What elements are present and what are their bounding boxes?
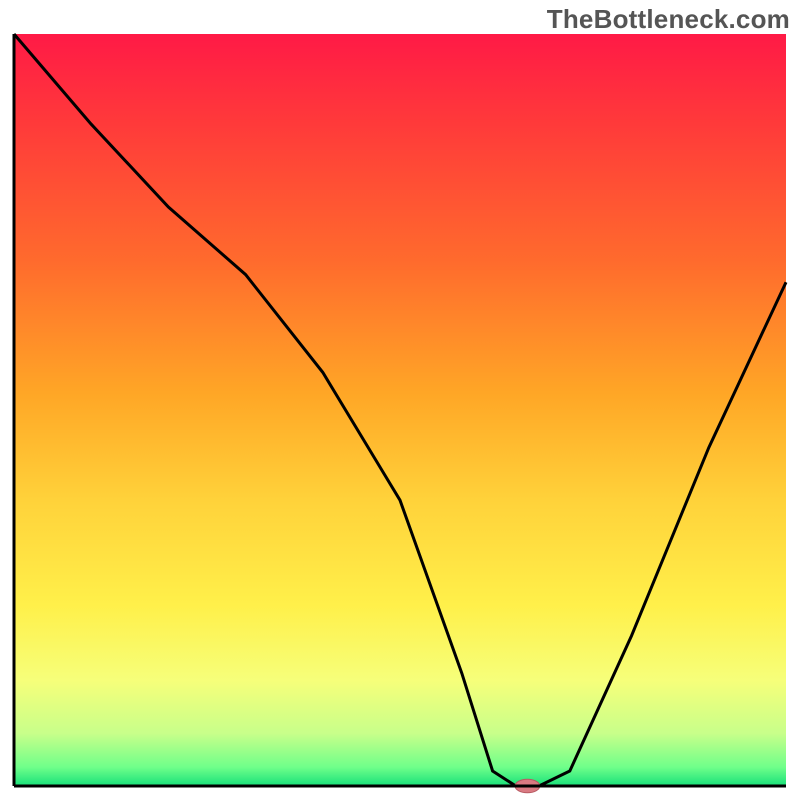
watermark-text: TheBottleneck.com <box>547 4 790 35</box>
bottleneck-plot <box>0 0 800 800</box>
chart-container: TheBottleneck.com <box>0 0 800 800</box>
gradient-fill <box>14 34 786 786</box>
